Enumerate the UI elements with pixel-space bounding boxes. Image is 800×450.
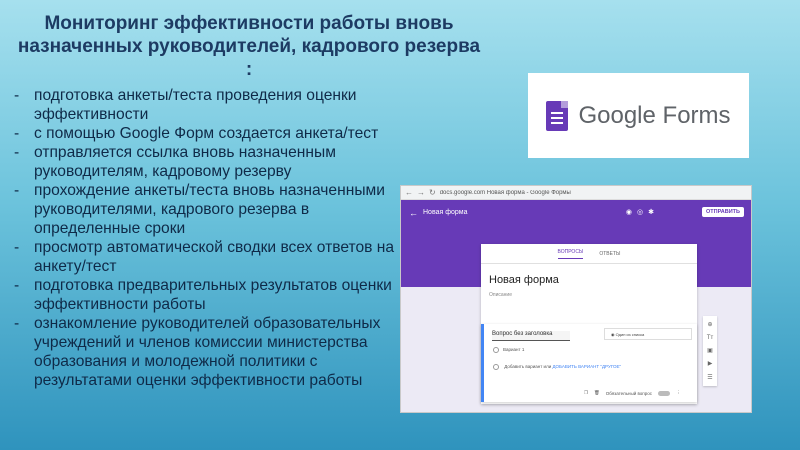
bullet-item: отправляется ссылка вновь назначенным ру… — [12, 143, 407, 181]
delete-icon[interactable]: 🗑 — [594, 390, 600, 396]
add-title-icon[interactable]: Tт — [707, 335, 713, 341]
bullet-item: с помощью Google Форм создается анкета/т… — [12, 124, 407, 143]
question-title-input[interactable]: Вопрос без заголовка — [492, 331, 570, 341]
add-option[interactable]: Добавить вариант или ДОБАВИТЬ ВАРИАНТ "Д… — [493, 364, 621, 370]
bullet-item: подготовка анкеты/теста проведения оценк… — [12, 86, 407, 124]
slide-title: Мониторинг эффективности работы вновь на… — [17, 13, 481, 80]
question-type-select[interactable]: ◉ Один из списка — [604, 328, 692, 340]
preview-icon[interactable]: ◎ — [637, 209, 648, 216]
google-forms-icon — [546, 100, 569, 131]
bullet-item: прохождение анкеты/теста вновь назначенн… — [12, 181, 407, 238]
tab-responses[interactable]: ОТВЕТЫ — [599, 251, 620, 257]
palette-icon[interactable]: ◉ — [626, 209, 637, 216]
add-option-label: Добавить вариант или — [504, 364, 552, 370]
form-tabs: ВОПРОСЫ ОТВЕТЫ — [481, 244, 697, 264]
logo-text: Google Forms — [578, 102, 730, 130]
browser-screenshot: ← → ↻ docs.google.com Новая форма - Goog… — [400, 185, 752, 413]
side-toolbar: ⊕ Tт ▣ ▶ ☰ — [703, 316, 717, 386]
google-forms-logo: Google Forms — [528, 73, 749, 158]
bullet-item: подготовка предварительных результатов о… — [12, 276, 407, 314]
logo-text-forms: Forms — [662, 101, 731, 129]
reload-icon[interactable]: ↻ — [429, 188, 436, 197]
add-section-icon[interactable]: ☰ — [707, 374, 712, 381]
more-icon[interactable]: ⋮ — [676, 390, 681, 396]
send-button[interactable]: ОТПРАВИТЬ — [702, 207, 744, 217]
settings-icon[interactable]: ✱ — [648, 209, 659, 216]
add-image-icon[interactable]: ▣ — [707, 347, 713, 354]
required-label: Обязательный вопрос — [605, 390, 653, 396]
browser-toolbar: ← → ↻ docs.google.com Новая форма - Goog… — [401, 186, 751, 200]
bullet-item: ознакомление руководителей образовательн… — [12, 314, 407, 390]
question-card: Вопрос без заголовка ◉ Один из списка Ва… — [481, 324, 697, 402]
bullet-item: просмотр автоматической сводки всех отве… — [12, 238, 407, 276]
tab-questions[interactable]: ВОПРОСЫ — [557, 249, 584, 259]
address-bar[interactable]: docs.google.com Новая форма - Google Фор… — [440, 190, 747, 196]
back-icon[interactable]: ← — [409, 208, 418, 218]
back-arrow-icon[interactable]: ← — [405, 188, 413, 197]
required-toggle[interactable] — [658, 390, 671, 396]
form-title[interactable]: Новая форма — [489, 274, 689, 286]
add-question-icon[interactable]: ⊕ — [707, 321, 712, 328]
copy-icon[interactable]: ❐ — [584, 390, 588, 396]
form-card: ВОПРОСЫ ОТВЕТЫ Новая форма Описание Вопр… — [481, 244, 697, 404]
add-other-link[interactable]: ДОБАВИТЬ ВАРИАНТ "ДРУГОЕ" — [552, 364, 621, 369]
option-1[interactable]: Вариант 1 — [493, 347, 524, 353]
question-type-label: Один из списка — [615, 332, 645, 337]
form-description[interactable]: Описание — [489, 292, 689, 298]
add-video-icon[interactable]: ▶ — [708, 360, 713, 367]
question-footer: ❐ 🗑 Обязательный вопрос ⋮ — [584, 390, 681, 396]
form-name: Новая форма — [423, 209, 468, 216]
logo-text-google: Google — [578, 101, 656, 129]
header-icons: ◉◎✱ — [626, 208, 659, 216]
forward-arrow-icon[interactable]: → — [417, 188, 425, 197]
bullet-list: подготовка анкеты/теста проведения оценк… — [12, 86, 407, 390]
